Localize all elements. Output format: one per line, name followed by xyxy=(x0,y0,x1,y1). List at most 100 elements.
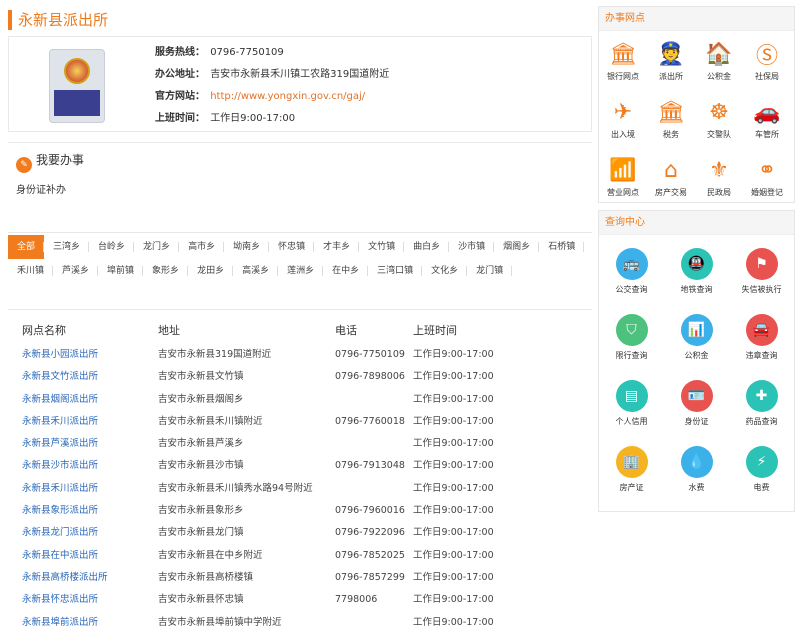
filter-tab[interactable]: 三湾乡 xyxy=(44,235,90,259)
station-phone: 0796-7898006 xyxy=(335,371,405,383)
station-name-link[interactable]: 永新县龙门派出所 xyxy=(22,522,98,544)
chaxun-item-label: 限行查询 xyxy=(615,351,648,360)
chaxun-item[interactable]: ▤ 个人信用 xyxy=(599,377,664,435)
station-phone: 7798006 xyxy=(335,594,378,606)
chaxun-item[interactable]: ⚑ 失信被执行 xyxy=(729,245,794,303)
station-name-link[interactable]: 永新县怀忠派出所 xyxy=(22,589,98,611)
banshi-item-label: 民政局 xyxy=(707,188,731,197)
filter-tab[interactable]: 三湾口镇 xyxy=(368,259,423,283)
violation-icon: 🚘 xyxy=(745,314,778,346)
filter-tab[interactable]: 龙田乡 xyxy=(188,259,234,283)
filter-tab[interactable]: 怀忠镇 xyxy=(269,235,315,259)
banshi-item-label: 婚姻登记 xyxy=(751,188,783,197)
banshi-item[interactable]: 👮 派出所 xyxy=(647,37,695,89)
filter-tab[interactable]: 坳南乡 xyxy=(224,235,270,259)
filter-tab[interactable]: 莲洲乡 xyxy=(278,259,324,283)
chaxun-item-label: 房产证 xyxy=(619,483,644,492)
station-hours: 工作日9:00-17:00 xyxy=(413,460,494,472)
filter-tab[interactable]: 全部 xyxy=(8,235,45,259)
banshi-item[interactable]: Ⓢ 社保局 xyxy=(743,37,791,89)
restriction-icon: ⛉ xyxy=(615,314,648,346)
station-name-link[interactable]: 永新县文竹派出所 xyxy=(22,366,98,388)
station-hours: 工作日9:00-17:00 xyxy=(413,371,494,383)
banshi-item[interactable]: ✈ 出入境 xyxy=(599,95,647,147)
filter-tab[interactable]: 曲白乡 xyxy=(404,235,450,259)
filter-tab[interactable]: 台岭乡 xyxy=(89,235,135,259)
banshi-item[interactable]: ⚭ 婚姻登记 xyxy=(743,153,791,205)
service-hall-icon: 📶 xyxy=(609,157,637,183)
banshi-item-label: 银行网点 xyxy=(607,72,639,81)
table-row: 永新县怀忠派出所 吉安市永新县怀忠镇 7798006 工作日9:00-17:00 xyxy=(8,589,592,611)
station-address: 吉安市永新县埠前镇中学附近 xyxy=(158,616,282,628)
filter-tab[interactable]: 象形乡 xyxy=(143,259,189,283)
filter-tab[interactable]: 沙市镇 xyxy=(449,235,495,259)
filter-tab[interactable]: 文竹镇 xyxy=(359,235,405,259)
station-address: 吉安市永新县沙市镇 xyxy=(158,460,244,472)
chaxun-item[interactable]: 🚇 地铁查询 xyxy=(664,245,729,303)
filter-tab[interactable]: 在中乡 xyxy=(323,259,369,283)
banshi-item[interactable]: 🏠 公积金 xyxy=(695,37,743,89)
banshi-item[interactable]: ⚜ 民政局 xyxy=(695,153,743,205)
station-name-link[interactable]: 永新县高桥楼派出所 xyxy=(22,567,108,589)
marriage-icon: ⚭ xyxy=(757,157,777,183)
banshi-item[interactable]: 🚗 车管所 xyxy=(743,95,791,147)
chaxun-item-label: 身份证 xyxy=(684,417,709,426)
chaxun-item[interactable]: 💧 水费 xyxy=(664,443,729,501)
table-row: 永新县文竹派出所 吉安市永新县文竹镇 0796-7898006 工作日9:00-17:… xyxy=(8,366,592,388)
chaxun-item[interactable]: 📊 公积金 xyxy=(664,311,729,369)
banshi-item-label: 公积金 xyxy=(707,72,731,81)
chaxun-item-label: 地铁查询 xyxy=(680,285,713,294)
header-address: 地址 xyxy=(158,324,180,337)
banshi-item[interactable]: 🏛 银行网点 xyxy=(599,37,647,89)
chaxun-item[interactable]: ✚ 药品查询 xyxy=(729,377,794,435)
filter-tab[interactable]: 高市乡 xyxy=(179,235,225,259)
filter-tab[interactable]: 埠前镇 xyxy=(98,259,144,283)
station-name-link[interactable]: 永新县禾川派出所 xyxy=(22,411,98,433)
sidebar: 办事网点 🏛 银行网点 👮 派出所 🏠 公积金 Ⓢ 社保局 ✈ 出入境 🏛 税务 ☸ 交警队 🚗 车管所 📶 营业… xyxy=(598,0,795,625)
header-phone: 电话 xyxy=(335,324,357,337)
filter-tab[interactable]: 龙门镇 xyxy=(467,259,513,283)
station-name-link[interactable]: 永新县沙市派出所 xyxy=(22,455,98,477)
station-address: 吉安市永新县烟阁乡 xyxy=(158,393,244,405)
banshi-item[interactable]: ☸ 交警队 xyxy=(695,95,743,147)
station-name-link[interactable]: 永新县烟阁派出所 xyxy=(22,389,98,411)
filter-tab[interactable]: 龙门乡 xyxy=(134,235,180,259)
banshi-item[interactable]: 📶 营业网点 xyxy=(599,153,647,205)
station-address: 吉安市永新县象形乡 xyxy=(158,505,244,517)
station-address: 吉安市永新县芦溪乡 xyxy=(158,438,244,450)
station-name-link[interactable]: 永新县象形派出所 xyxy=(22,500,98,522)
filter-tab[interactable]: 高溪乡 xyxy=(233,259,279,283)
chaxun-item[interactable]: 🪪 身份证 xyxy=(664,377,729,435)
filter-tab[interactable]: 芦溪乡 xyxy=(53,259,99,283)
station-address: 吉安市永新县高桥楼镇 xyxy=(158,571,254,583)
filter-tab[interactable]: 才丰乡 xyxy=(314,235,360,259)
station-name-link[interactable]: 永新县在中派出所 xyxy=(22,545,98,567)
table-row: 永新县沙市派出所 吉安市永新县沙市镇 0796-7913048 工作日9:00-17:… xyxy=(8,455,592,477)
chaxun-item[interactable]: 🏢 房产证 xyxy=(599,443,664,501)
filter-tab[interactable]: 石桥镇 xyxy=(539,235,585,259)
station-name-link[interactable]: 永新县禾川派出所 xyxy=(22,478,98,500)
station-name-link[interactable]: 永新县小园派出所 xyxy=(22,344,98,366)
website-link[interactable]: http://www.yongxin.gov.cn/gaj/ xyxy=(210,91,365,102)
service-item-id-card[interactable]: 身份证补办 xyxy=(16,181,66,196)
banshi-item-label: 营业网点 xyxy=(607,188,639,197)
phone-value: 0796-7750109 xyxy=(210,47,284,58)
chaxun-item[interactable]: ⛉ 限行查询 xyxy=(599,311,664,369)
station-name-link[interactable]: 永新县芦溪派出所 xyxy=(22,433,98,455)
banshi-item[interactable]: 🏛 税务 xyxy=(647,95,695,147)
station-name-link[interactable]: 永新县埠前派出所 xyxy=(22,612,98,634)
chaxun-item[interactable]: ⚡ 电费 xyxy=(729,443,794,501)
chaxun-item[interactable]: 🚌 公交查询 xyxy=(599,245,664,303)
banshi-title: 办事网点 xyxy=(599,7,794,31)
chaxun-item-label: 违章查询 xyxy=(745,351,778,360)
metro-icon: 🚇 xyxy=(680,248,713,280)
filter-tab[interactable]: 禾川镇 xyxy=(8,259,54,283)
bus-icon: 🚌 xyxy=(615,248,648,280)
service-icon: ✎ xyxy=(16,157,32,173)
filter-tab[interactable]: 烟阁乡 xyxy=(494,235,540,259)
chaxun-item[interactable]: 🚘 违章查询 xyxy=(729,311,794,369)
table-row: 永新县象形派出所 吉安市永新县象形乡 0796-7960016 工作日9:00-17:… xyxy=(8,500,592,522)
filter-tab[interactable]: 文化乡 xyxy=(422,259,468,283)
bank-icon: 🏛 xyxy=(609,41,637,67)
banshi-item[interactable]: ⌂ 房产交易 xyxy=(647,153,695,205)
